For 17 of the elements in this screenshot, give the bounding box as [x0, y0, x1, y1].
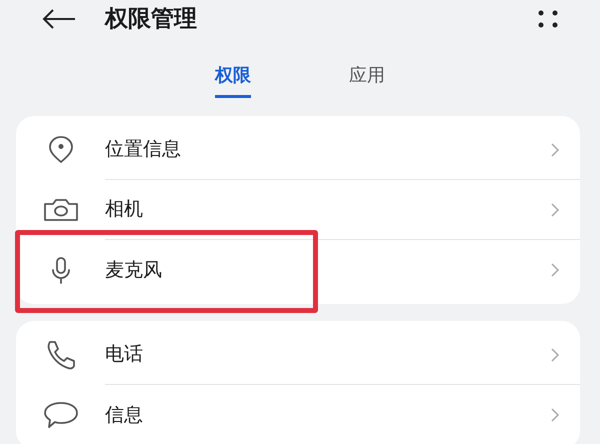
camera-icon	[42, 197, 80, 223]
permission-label[interactable]: 位置信息	[105, 135, 181, 164]
permission-label[interactable]: 相机	[105, 195, 143, 224]
tab[interactable]: 权限	[215, 62, 251, 98]
chevron-right-icon	[550, 407, 560, 423]
permission-label[interactable]: 麦克风	[105, 256, 162, 284]
speech-bubble-icon	[42, 400, 80, 430]
chevron-right-icon	[550, 346, 560, 362]
permission-label[interactable]: 信息	[105, 400, 143, 430]
chevron-right-icon	[550, 202, 560, 218]
permission-label[interactable]: 电话	[105, 340, 143, 369]
chevron-right-icon	[550, 142, 560, 158]
tab[interactable]: 应用	[349, 62, 385, 98]
back-arrow-icon[interactable]	[42, 9, 76, 29]
more-icon[interactable]	[538, 10, 558, 28]
page-title: 权限管理	[105, 4, 198, 34]
chevron-right-icon	[550, 262, 560, 278]
